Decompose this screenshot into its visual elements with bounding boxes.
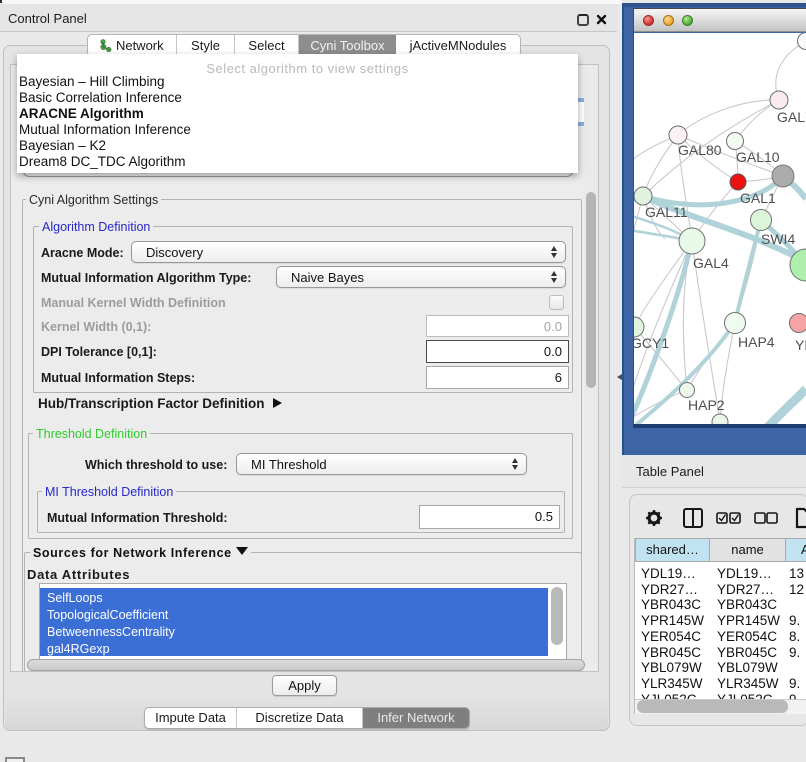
svg-text:GAL1: GAL1 (740, 190, 776, 206)
svg-text:GAL10: GAL10 (736, 149, 780, 165)
svg-text:YM: YM (795, 337, 806, 353)
svg-text:GAL11: GAL11 (645, 204, 688, 220)
svg-text:SWI4: SWI4 (761, 231, 795, 247)
svg-text:GAL7: GAL7 (777, 109, 806, 125)
svg-text:GAL4: GAL4 (693, 255, 729, 271)
svg-text:GAL80: GAL80 (678, 142, 722, 158)
svg-text:GCY1: GCY1 (634, 335, 669, 351)
svg-text:HAP4: HAP4 (738, 334, 775, 350)
svg-text:HAP2: HAP2 (688, 397, 725, 413)
